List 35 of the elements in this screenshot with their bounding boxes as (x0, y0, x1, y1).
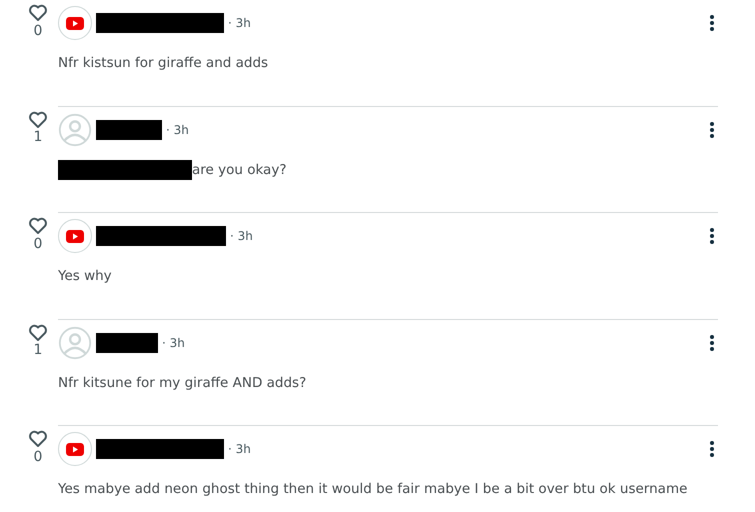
play-icon (66, 442, 84, 456)
comment-text: Nfr kistsun for giraffe and adds (58, 54, 268, 73)
comment-time: · 3h (166, 122, 189, 138)
redaction-bar (96, 120, 162, 140)
heart-icon[interactable] (28, 217, 48, 236)
comment-time: · 3h (228, 15, 251, 32)
comment-time: · 3h (162, 334, 185, 352)
comment-time: · 3h (230, 228, 253, 245)
play-icon (66, 230, 84, 242)
more-options-icon[interactable] (709, 227, 715, 245)
comment-text: Yes why (58, 267, 112, 286)
play-icon (66, 16, 84, 30)
like-count: 1 (32, 130, 44, 144)
more-options-icon[interactable] (709, 14, 715, 32)
channel-avatar[interactable] (58, 219, 92, 253)
heart-icon[interactable] (28, 430, 48, 448)
redaction-bar (96, 332, 158, 352)
heart-icon[interactable] (28, 324, 48, 342)
like-count: 0 (32, 236, 44, 250)
channel-avatar[interactable] (58, 6, 92, 40)
like-count: 0 (32, 24, 44, 38)
more-options-icon[interactable] (709, 120, 715, 138)
comment-text: are you okay? (192, 160, 286, 180)
channel-avatar[interactable] (58, 432, 92, 466)
comment-text: Yes mabye add neon ghost thing then it would be fair mabye I be a bit over btu ok username (58, 480, 688, 499)
heart-icon[interactable] (28, 110, 48, 129)
like-count: 1 (32, 343, 44, 357)
more-options-icon[interactable] (709, 334, 715, 352)
heart-icon[interactable] (28, 4, 48, 22)
more-options-icon[interactable] (709, 440, 715, 458)
user-icon (58, 326, 92, 360)
like-count: 0 (32, 450, 44, 464)
comment-text: Nfr kitsune for my giraffe AND adds? (58, 374, 306, 392)
comment-time: · 3h (228, 441, 251, 458)
user-icon (58, 112, 92, 146)
